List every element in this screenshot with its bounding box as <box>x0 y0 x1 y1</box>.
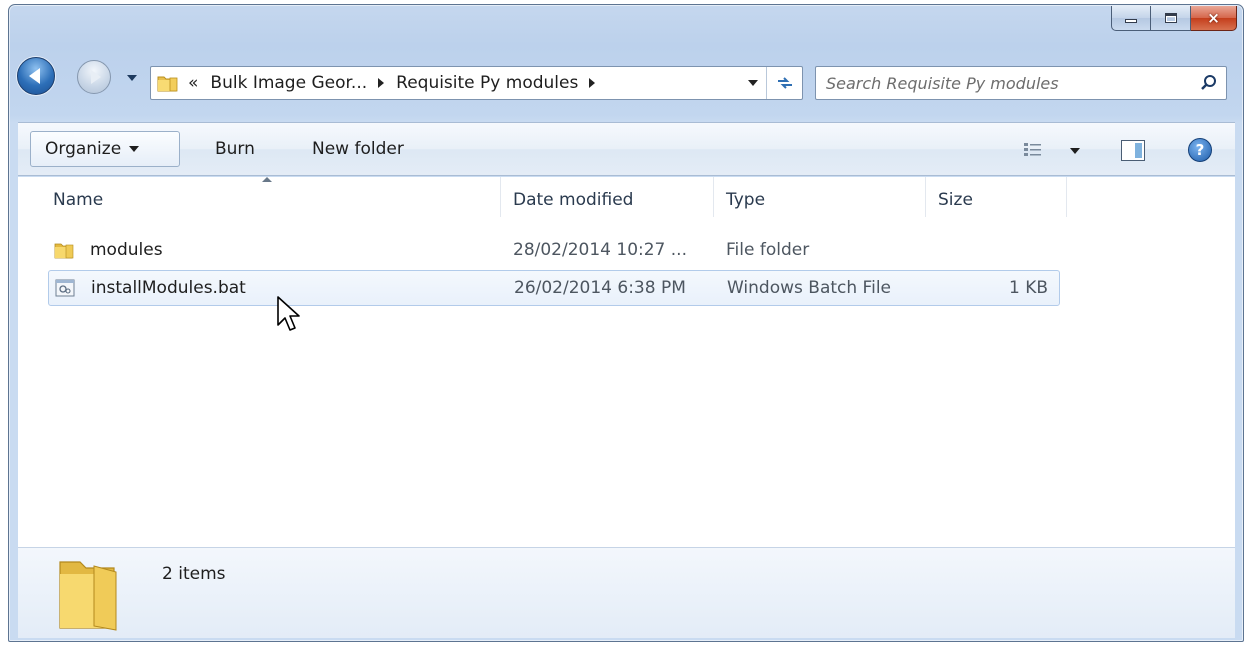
folder-icon <box>54 243 74 259</box>
arrow-left-icon <box>29 68 40 84</box>
address-overflow-chevrons[interactable]: « <box>188 73 198 93</box>
refresh-icon <box>777 77 792 89</box>
breadcrumb-separator-icon[interactable] <box>378 78 385 88</box>
new-folder-button[interactable]: New folder <box>312 139 404 159</box>
search-box[interactable] <box>815 66 1227 100</box>
breadcrumb-separator-icon[interactable] <box>589 78 596 88</box>
column-header-row: Name Date modified Type Size <box>18 177 1235 223</box>
breadcrumb-bulk-image[interactable]: Bulk Image Geor... <box>210 73 367 93</box>
maximize-icon <box>1164 13 1177 23</box>
address-dropdown[interactable] <box>740 67 766 99</box>
file-date: 26/02/2014 6:38 PM <box>514 278 686 298</box>
column-divider[interactable] <box>713 177 714 217</box>
close-button[interactable]: × <box>1191 6 1237 31</box>
file-size: 1 KB <box>1009 278 1049 298</box>
file-type: Windows Batch File <box>727 278 892 298</box>
organize-button[interactable]: Organize <box>30 131 180 167</box>
item-count: 2 items <box>162 564 226 584</box>
file-name: modules <box>90 240 163 260</box>
close-icon: × <box>1207 9 1220 27</box>
address-bar[interactable]: « Bulk Image Geor... Requisite Py module… <box>150 66 803 100</box>
file-row[interactable]: installModules.bat 26/02/2014 6:38 PM Wi… <box>48 270 1060 306</box>
maximize-button[interactable] <box>1151 6 1191 31</box>
minimize-icon <box>1125 19 1137 23</box>
recent-pages-dropdown[interactable] <box>127 75 137 81</box>
column-date-modified[interactable]: Date modified <box>513 190 633 210</box>
batch-file-icon <box>55 279 75 297</box>
refresh-button[interactable] <box>766 67 802 99</box>
forward-button[interactable] <box>77 60 111 94</box>
chevron-down-icon <box>129 146 140 152</box>
mouse-pointer-icon <box>277 296 300 331</box>
folder-icon <box>157 76 178 92</box>
search-icon[interactable] <box>1200 74 1218 92</box>
file-date: 28/02/2014 10:27 ... <box>513 240 687 260</box>
file-type: File folder <box>726 240 810 260</box>
minimize-button[interactable] <box>1111 6 1151 31</box>
command-bar: Organize Burn New folder ? <box>18 122 1235 176</box>
arrow-right-icon <box>90 70 101 84</box>
caption-buttons: × <box>1111 6 1237 31</box>
help-icon[interactable]: ? <box>1188 138 1212 162</box>
sort-ascending-icon <box>262 177 272 182</box>
folder-icon <box>59 561 117 631</box>
file-list: Name Date modified Type Size modules 28/… <box>18 177 1235 547</box>
column-divider[interactable] <box>925 177 926 217</box>
file-row[interactable]: modules 28/02/2014 10:27 ... File folder <box>48 233 1060 269</box>
file-name: installModules.bat <box>91 278 246 298</box>
column-size[interactable]: Size <box>938 190 973 210</box>
column-type[interactable]: Type <box>726 190 765 210</box>
details-pane: 2 items <box>18 547 1235 638</box>
organize-label: Organize <box>45 139 122 159</box>
search-input[interactable] <box>826 73 1186 93</box>
preview-pane-icon[interactable] <box>1121 140 1145 161</box>
column-divider[interactable] <box>500 177 501 217</box>
column-divider[interactable] <box>1066 177 1067 217</box>
burn-button[interactable]: Burn <box>215 139 255 159</box>
view-options-dropdown[interactable] <box>1070 148 1080 154</box>
column-name[interactable]: Name <box>53 190 103 210</box>
breadcrumb-requisite-py-modules[interactable]: Requisite Py modules <box>396 73 578 93</box>
back-button[interactable] <box>17 57 55 95</box>
change-view-icon[interactable] <box>1023 141 1043 159</box>
chevron-down-icon <box>748 80 758 86</box>
